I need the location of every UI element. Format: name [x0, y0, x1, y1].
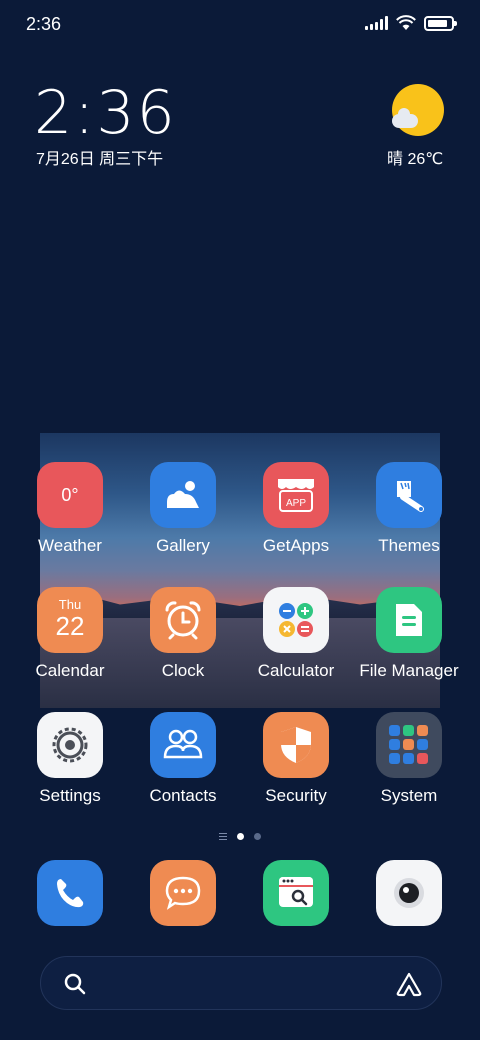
app-label: Calendar: [35, 661, 105, 680]
dock-camera[interactable]: [354, 860, 464, 926]
getapps-store-icon: APP: [263, 462, 329, 528]
app-calculator[interactable]: Calculator: [241, 587, 351, 681]
browser-icon: [263, 860, 329, 926]
app-label: Calculator: [257, 661, 335, 680]
calendar-icon-date: 22: [55, 610, 85, 641]
app-weather[interactable]: 0° Weather: [15, 462, 125, 556]
contacts-icon: [150, 712, 216, 778]
dock-messaging[interactable]: [128, 860, 238, 926]
weather-icon: 0°: [37, 462, 103, 528]
app-list-menu-icon[interactable]: [219, 832, 227, 840]
calendar-icon: Thu 22: [37, 587, 103, 653]
weather-widget-text[interactable]: 晴 26℃: [387, 145, 443, 169]
app-security[interactable]: Security: [241, 712, 351, 806]
status-time: 2:36: [26, 14, 62, 34]
themes-brush-icon: [376, 462, 442, 528]
app-label: Contacts: [149, 786, 217, 805]
dock-phone[interactable]: [15, 860, 125, 926]
signal-icon: [365, 16, 388, 30]
gallery-icon: [150, 462, 216, 528]
app-label: Clock: [161, 661, 205, 680]
camera-icon: [376, 860, 442, 926]
file-manager-icon: [376, 587, 442, 653]
app-label: Themes: [378, 536, 440, 555]
battery-icon: [424, 15, 457, 31]
app-clock[interactable]: Clock: [128, 587, 238, 681]
getapps-icon-text: APP: [286, 498, 306, 509]
messaging-icon: [150, 860, 216, 926]
wifi-icon: [396, 15, 416, 30]
app-label: Gallery: [156, 536, 210, 555]
status-icons: [365, 15, 457, 31]
alarm-clock-icon: [150, 587, 216, 653]
search-icon: [64, 973, 86, 995]
app-label: File Manager: [359, 661, 459, 680]
cloud-icon: [392, 108, 418, 128]
page-dot-active[interactable]: [237, 832, 244, 840]
app-calendar[interactable]: Thu 22 Calendar: [15, 587, 125, 681]
app-label: Weather: [38, 536, 102, 555]
app-getapps[interactable]: APP GetApps: [241, 462, 351, 556]
app-label: System: [380, 786, 438, 805]
assistant-icon[interactable]: [395, 971, 423, 997]
app-settings[interactable]: Settings: [15, 712, 125, 806]
search-bar[interactable]: [40, 956, 442, 1010]
settings-gear-icon: [37, 712, 103, 778]
weather-icon-temp: 0°: [61, 484, 79, 505]
app-themes[interactable]: Themes: [354, 462, 464, 556]
app-contacts[interactable]: Contacts: [128, 712, 238, 806]
app-gallery[interactable]: Gallery: [128, 462, 238, 556]
dock-browser[interactable]: [241, 860, 351, 926]
page-dot[interactable]: [254, 832, 261, 840]
page-indicator[interactable]: [200, 830, 280, 842]
phone-icon: [37, 860, 103, 926]
app-label: GetApps: [262, 536, 330, 555]
app-label: Security: [265, 786, 327, 805]
status-bar: 2:36: [0, 0, 480, 50]
app-file-manager[interactable]: File Manager: [354, 587, 464, 681]
calendar-icon-day: Thu: [58, 596, 82, 612]
app-system-folder[interactable]: System: [354, 712, 464, 806]
clock-widget-date[interactable]: 7月26日 周三下午: [36, 145, 163, 169]
calculator-icon: [263, 587, 329, 653]
system-folder-icon: [376, 712, 442, 778]
security-shield-icon: [263, 712, 329, 778]
app-label: Settings: [39, 786, 101, 805]
clock-widget-time[interactable]: 2:36: [34, 78, 177, 148]
